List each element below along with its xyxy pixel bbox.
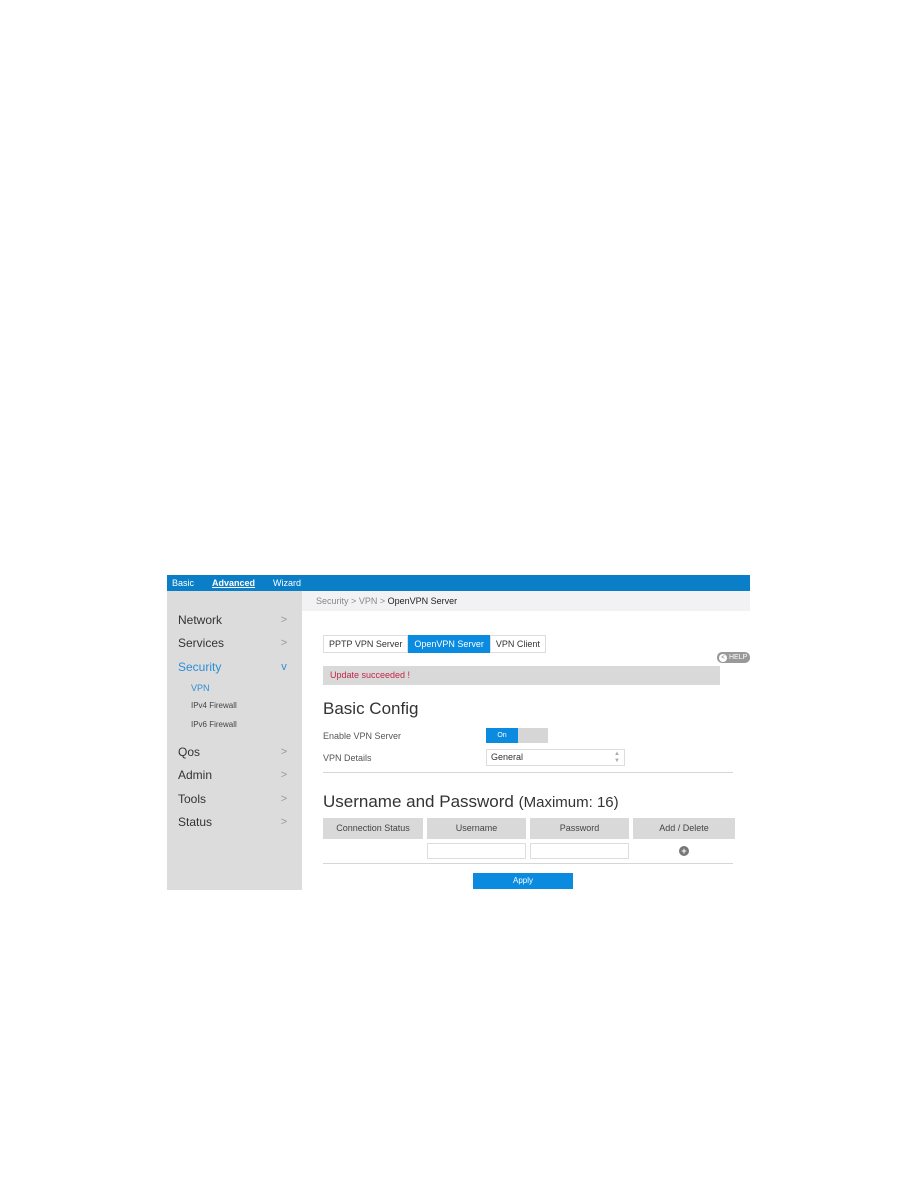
add-user-button[interactable]: +	[679, 846, 689, 856]
sidebar-item-label: Admin	[178, 768, 213, 782]
toggle-on-label: On	[486, 728, 518, 743]
col-add-delete: Add / Delete	[633, 818, 735, 839]
breadcrumb-vpn[interactable]: VPN	[359, 596, 378, 606]
sidebar: Network > Services > Security v VPN IPv4…	[167, 591, 302, 890]
sidebar-item-qos[interactable]: Qos >	[178, 742, 290, 762]
tab-openvpn-server[interactable]: OpenVPN Server	[408, 635, 490, 653]
chevron-right-icon: >	[280, 614, 288, 626]
sidebar-item-label: Qos	[178, 745, 201, 759]
sidebar-item-label: Security	[178, 660, 222, 674]
sidebar-item-status[interactable]: Status >	[178, 812, 290, 832]
sidebar-subitem-vpn[interactable]: VPN	[191, 683, 210, 693]
vpn-details-select[interactable]: General ▲ ▼	[486, 749, 625, 766]
sidebar-item-security[interactable]: Security v	[178, 657, 290, 677]
breadcrumb-security[interactable]: Security	[316, 596, 349, 606]
chevron-right-icon: >	[280, 637, 288, 649]
apply-button[interactable]: Apply	[473, 873, 573, 889]
help-label: HELP	[729, 654, 748, 661]
tab-vpn-client[interactable]: VPN Client	[489, 635, 546, 653]
vpn-details-label: VPN Details	[323, 753, 372, 763]
chevron-down-icon: v	[281, 661, 287, 673]
sidebar-item-label: Status	[178, 815, 213, 829]
table-divider	[323, 863, 733, 864]
vpn-tabs: PPTP VPN Server OpenVPN Server VPN Clien…	[323, 635, 546, 653]
col-password: Password	[530, 818, 629, 839]
sidebar-item-label: Network	[178, 613, 223, 627]
sidebar-item-label: Tools	[178, 792, 207, 806]
add-delete-cell: +	[633, 843, 735, 859]
status-message: Update succeeded !	[323, 666, 720, 685]
sidebar-item-label: Services	[178, 636, 225, 650]
col-connection-status: Connection Status	[323, 818, 423, 839]
sidebar-subitem-ipv6-firewall[interactable]: IPv6 Firewall	[191, 720, 237, 729]
basic-config-title: Basic Config	[323, 699, 419, 718]
users-max-note: (Maximum: 16)	[518, 794, 619, 811]
vpn-details-value: General	[491, 752, 524, 762]
nav-basic[interactable]: Basic	[167, 575, 198, 591]
enable-vpn-server-label: Enable VPN Server	[323, 731, 402, 741]
sidebar-subitem-ipv4-firewall[interactable]: IPv4 Firewall	[191, 701, 237, 710]
router-admin-window: Basic Advanced Wizard Network > Services…	[167, 575, 750, 890]
table-row: +	[323, 843, 739, 859]
top-nav: Basic Advanced Wizard	[167, 575, 750, 591]
users-table-header: Connection Status Username Password Add …	[323, 818, 739, 839]
username-input[interactable]	[427, 843, 526, 859]
users-section-title: Username and Password (Maximum: 16)	[323, 792, 619, 812]
sidebar-item-network[interactable]: Network >	[178, 610, 290, 630]
section-divider	[323, 772, 733, 773]
breadcrumb-separator: >	[379, 596, 386, 606]
chevron-right-icon: >	[280, 816, 288, 828]
col-username: Username	[427, 818, 526, 839]
select-arrows-icon: ▲ ▼	[614, 751, 620, 764]
password-input[interactable]	[530, 843, 629, 859]
connection-status-cell	[323, 843, 423, 859]
chevron-right-icon: >	[280, 746, 288, 758]
sidebar-item-tools[interactable]: Tools >	[178, 789, 290, 809]
breadcrumb-current: OpenVPN Server	[387, 596, 458, 606]
chevron-right-icon: >	[280, 793, 288, 805]
users-title: Username and Password	[323, 792, 514, 811]
nav-wizard[interactable]: Wizard	[269, 575, 305, 591]
help-button[interactable]: < HELP	[717, 652, 750, 663]
sidebar-item-admin[interactable]: Admin >	[178, 765, 290, 785]
nav-advanced[interactable]: Advanced	[208, 575, 259, 591]
enable-vpn-server-toggle[interactable]: On	[486, 728, 548, 743]
chevron-right-icon: >	[280, 769, 288, 781]
sidebar-item-services[interactable]: Services >	[178, 633, 290, 653]
breadcrumb: Security > VPN > OpenVPN Server	[302, 591, 750, 611]
breadcrumb-separator: >	[351, 596, 357, 606]
back-arrow-icon: <	[719, 653, 727, 662]
tab-pptp-vpn-server[interactable]: PPTP VPN Server	[323, 635, 409, 653]
